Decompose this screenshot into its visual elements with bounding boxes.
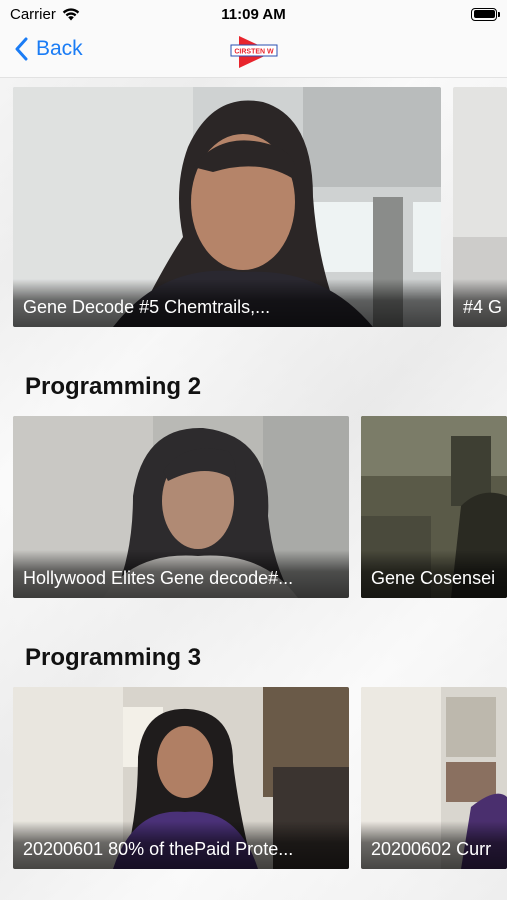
section-title: Programming 2: [25, 373, 202, 400]
back-label: Back: [36, 37, 83, 60]
video-card[interactable]: Gene Cosensei: [361, 416, 507, 598]
video-title: Hollywood Elites Gene decode#...: [23, 568, 294, 588]
video-title: 20200601 80% of thePaid Prote...: [23, 839, 294, 859]
status-bar: Carrier 11:09 AM: [0, 0, 507, 28]
video-card[interactable]: Gene Decode #5 Chemtrails,...: [13, 87, 441, 327]
video-title: 20200602 Curr: [371, 839, 492, 859]
chevron-left-icon: [15, 37, 28, 61]
app-logo: CIRSTEN W: [230, 36, 278, 68]
video-card[interactable]: 20200601 80% of thePaid Prote...: [13, 687, 349, 869]
video-card[interactable]: #4 G: [453, 87, 507, 327]
content-scroll[interactable]: Gene Decode #5 Chemtrails,... #4 G Progr…: [0, 79, 507, 900]
carrier-label: Carrier: [10, 5, 56, 23]
status-left: Carrier: [10, 6, 80, 23]
back-button[interactable]: Back: [14, 37, 83, 61]
video-card[interactable]: Hollywood Elites Gene decode#...: [13, 416, 349, 598]
video-title: Gene Cosensei: [371, 568, 496, 588]
video-card[interactable]: 20200602 Curr: [361, 687, 507, 869]
section-title: Programming 3: [25, 644, 202, 671]
video-title: #4 G: [463, 297, 501, 317]
wifi-icon: [62, 7, 80, 20]
battery-icon: [471, 7, 500, 21]
video-title: Gene Decode #5 Chemtrails,...: [23, 297, 271, 317]
navigation-bar: Back CIRSTEN W: [0, 28, 507, 78]
svg-text:CIRSTEN W: CIRSTEN W: [234, 49, 274, 56]
